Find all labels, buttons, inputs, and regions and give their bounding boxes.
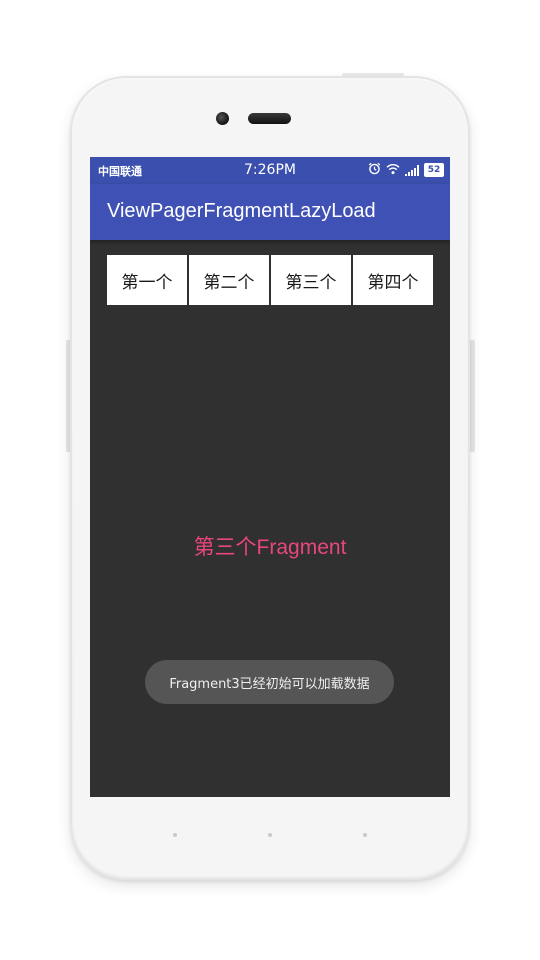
tab-first[interactable]: 第一个 — [107, 255, 187, 305]
app-title: ViewPagerFragmentLazyLoad — [107, 200, 376, 222]
device-frame: 中国联通 7:26PM 52 ViewPagerFragmentLazyLoad… — [0, 0, 540, 960]
fragment-title: 第三个Fragment — [193, 536, 347, 559]
status-bar: 中国联通 7:26PM 52 — [90, 157, 450, 184]
tab-bar: 第一个 第二个 第三个 第四个 — [107, 255, 433, 305]
app-bar: ViewPagerFragmentLazyLoad — [90, 184, 450, 240]
status-icons: 52 — [368, 162, 444, 178]
nav-home-dot[interactable] — [268, 833, 272, 837]
signal-icon — [405, 164, 419, 176]
device-screen: 中国联通 7:26PM 52 ViewPagerFragmentLazyLoad… — [90, 157, 450, 797]
toast-message: Fragment3已经初始可以加载数据 — [145, 660, 394, 704]
wifi-icon — [386, 163, 400, 178]
alarm-icon — [368, 162, 381, 178]
earpiece-speaker — [248, 113, 291, 124]
nav-menu-dot[interactable] — [363, 833, 367, 837]
nav-back-dot[interactable] — [173, 833, 177, 837]
tab-third[interactable]: 第三个 — [271, 255, 351, 305]
tab-fourth[interactable]: 第四个 — [353, 255, 433, 305]
front-camera — [216, 112, 229, 125]
volume-button — [470, 340, 475, 452]
battery-icon: 52 — [424, 163, 444, 177]
tab-second[interactable]: 第二个 — [189, 255, 269, 305]
